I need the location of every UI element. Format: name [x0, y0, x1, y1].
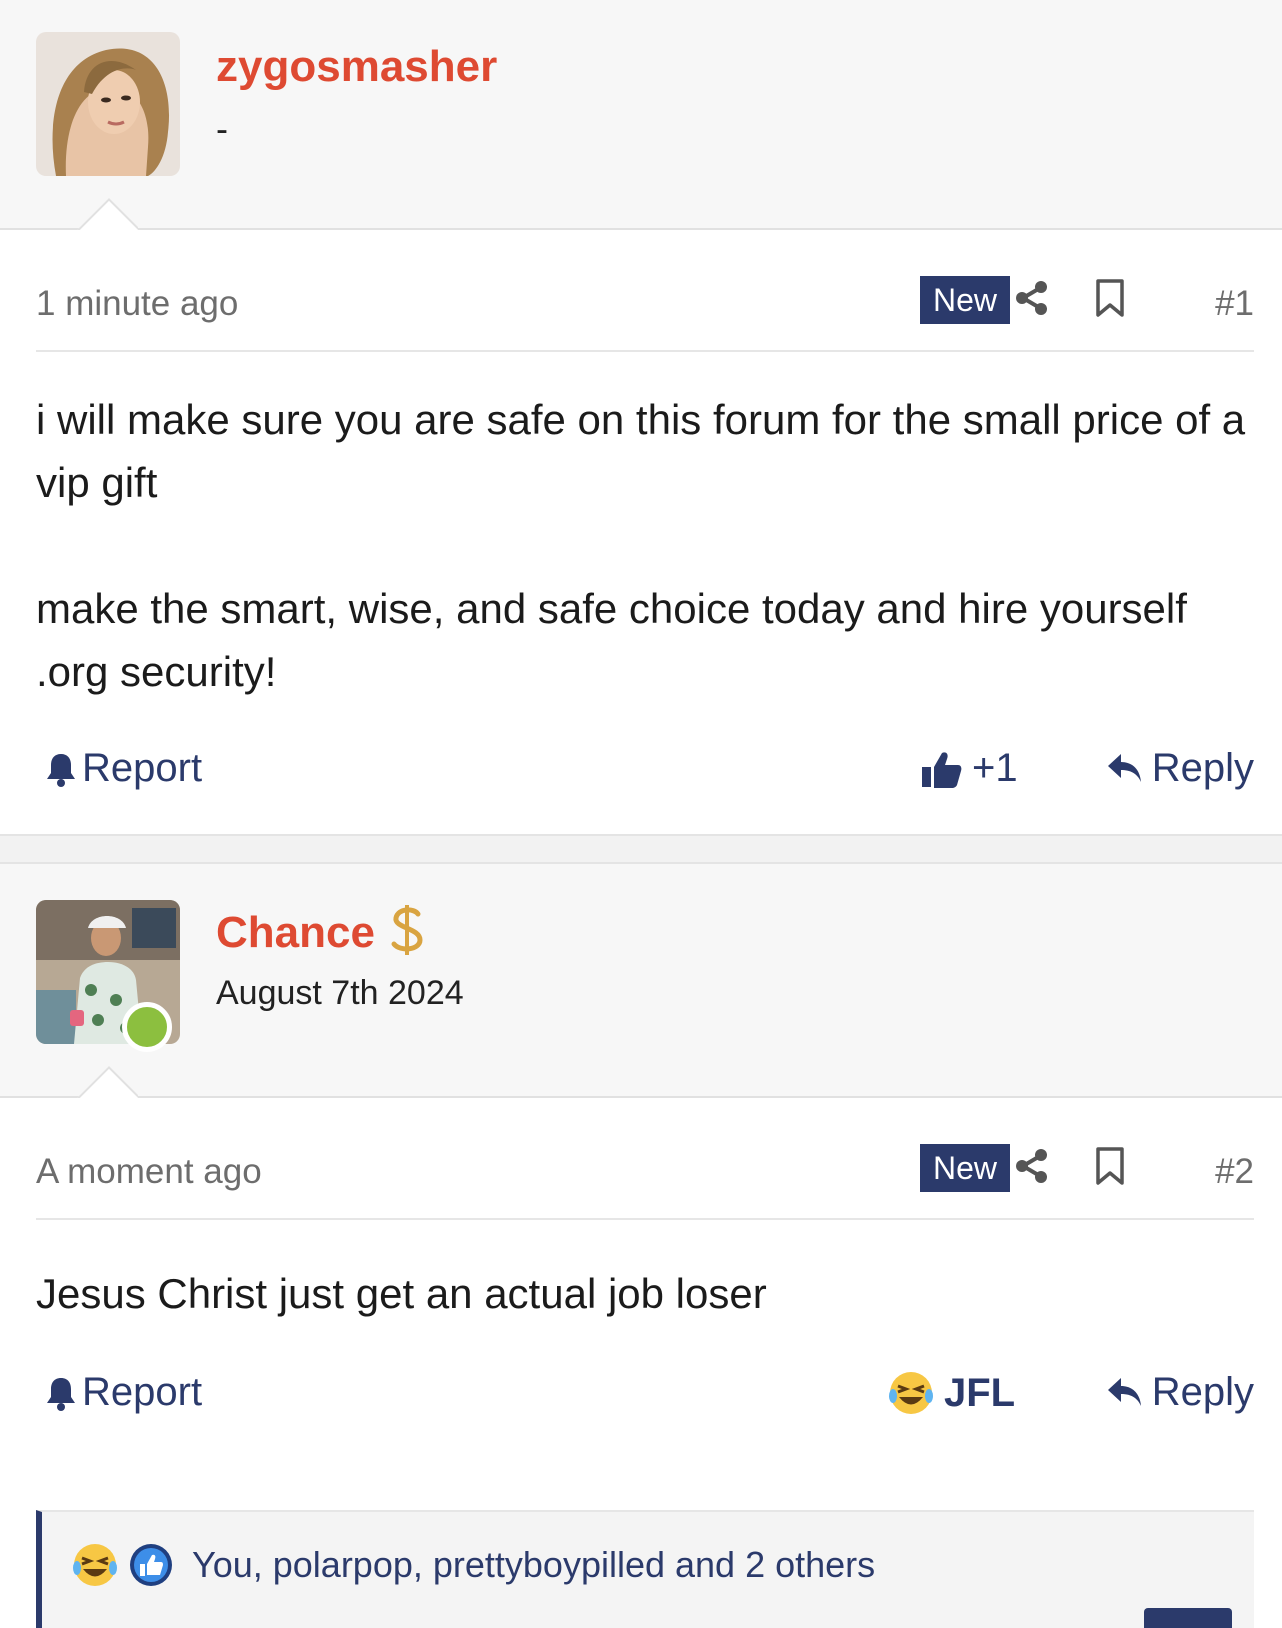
post-time[interactable]: 1 minute ago — [36, 284, 238, 324]
scroll-to-top-button[interactable] — [1144, 1608, 1232, 1628]
new-badge: New — [920, 1144, 1010, 1192]
post-paragraph: Jesus Christ just get an actual job lose… — [36, 1270, 767, 1317]
reply-label: Reply — [1151, 746, 1254, 790]
like-reaction-button[interactable]: +1 — [920, 746, 1018, 791]
post-actions: Report +1 Reply — [36, 746, 1254, 806]
online-status-indicator — [122, 1002, 172, 1052]
post-actions: Report JFL Reply — [36, 1370, 1254, 1430]
avatar[interactable] — [36, 32, 180, 176]
reactions-summary[interactable]: You, polarpop, prettyboypilled and 2 oth… — [36, 1510, 1254, 1628]
new-badge: New — [920, 276, 1010, 324]
dollar-icon — [391, 905, 423, 955]
laughing-crying-emoji-icon — [73, 1544, 117, 1586]
post-header: Chance August 7th 2024 — [0, 864, 1282, 1098]
post-separator — [0, 834, 1282, 864]
report-button[interactable]: Report — [44, 1370, 202, 1415]
thumbs-up-icon — [922, 751, 962, 788]
report-label: Report — [82, 746, 203, 790]
header-pointer — [76, 1066, 138, 1098]
reply-icon — [1107, 1377, 1141, 1406]
post-body: Jesus Christ just get an actual job lose… — [36, 1262, 1254, 1325]
username[interactable]: Chance — [216, 908, 375, 958]
post-meta: A moment ago New #2 — [36, 1144, 1254, 1204]
reply-label: Reply — [1151, 1370, 1254, 1414]
reply-icon — [1107, 753, 1141, 782]
reactions-names[interactable]: You, polarpop, prettyboypilled and 2 oth… — [192, 1544, 875, 1586]
header-pointer — [76, 198, 138, 230]
user-title: - — [216, 108, 228, 149]
bookmark-icon[interactable] — [1090, 1146, 1130, 1186]
laughing-crying-emoji-icon — [889, 1372, 933, 1414]
share-icon[interactable] — [1012, 1146, 1052, 1186]
post-time[interactable]: A moment ago — [36, 1152, 262, 1192]
post-meta: 1 minute ago New #1 — [36, 276, 1254, 336]
divider — [36, 1218, 1254, 1220]
username[interactable]: zygosmasher — [216, 42, 497, 92]
avatar[interactable] — [36, 900, 180, 1052]
post-number[interactable]: #2 — [1215, 1152, 1254, 1192]
jfl-reaction-button[interactable]: JFL — [888, 1370, 1015, 1416]
bookmark-icon[interactable] — [1090, 278, 1130, 318]
report-button[interactable]: Report — [44, 746, 202, 791]
reaction-label: JFL — [944, 1370, 1016, 1415]
join-date: August 7th 2024 — [216, 974, 464, 1012]
reply-button[interactable]: Reply — [1106, 746, 1254, 791]
post-paragraph: i will make sure you are safe on this fo… — [36, 396, 1246, 506]
post-paragraph: make the smart, wise, and safe choice to… — [36, 585, 1187, 695]
post-header: zygosmasher - — [0, 0, 1282, 230]
reaction-count: +1 — [972, 746, 1018, 790]
thumbs-up-circle-icon — [130, 1544, 172, 1586]
bell-icon — [47, 753, 75, 787]
bell-icon — [47, 1377, 75, 1411]
post-number[interactable]: #1 — [1215, 284, 1254, 324]
reply-button[interactable]: Reply — [1106, 1370, 1254, 1415]
post-body: i will make sure you are safe on this fo… — [36, 388, 1254, 703]
share-icon[interactable] — [1012, 278, 1052, 318]
divider — [36, 350, 1254, 352]
report-label: Report — [82, 1370, 203, 1414]
